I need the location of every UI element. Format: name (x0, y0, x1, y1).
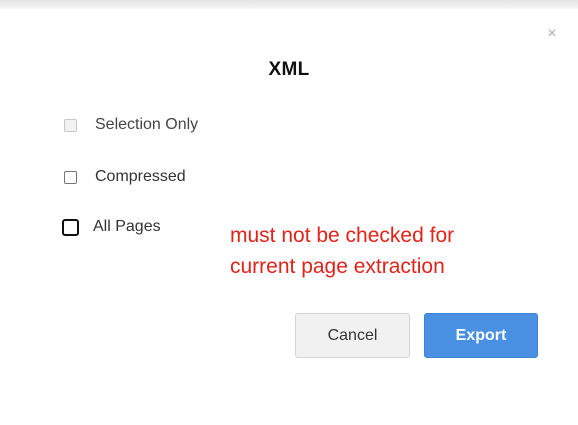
option-all-pages[interactable]: All Pages (62, 216, 161, 238)
option-compressed[interactable]: Compressed (64, 166, 186, 188)
all-pages-checkbox[interactable] (62, 218, 79, 236)
annotation-note: must not be checked for current page ext… (230, 220, 550, 282)
annotation-line-2: current page extraction (230, 255, 445, 278)
annotation-line-1: must not be checked for (230, 224, 455, 247)
dialog-top-border (0, 0, 578, 9)
all-pages-label[interactable]: All Pages (93, 218, 161, 236)
xml-export-dialog: × XML Selection Only Compressed All Page… (0, 0, 578, 425)
option-selection-only: Selection Only (64, 114, 198, 136)
compressed-label[interactable]: Compressed (95, 168, 186, 186)
selection-only-label: Selection Only (95, 116, 199, 133)
cancel-button[interactable]: Cancel (295, 313, 410, 358)
compressed-checkbox[interactable] (64, 170, 77, 184)
export-button[interactable]: Export (424, 313, 538, 358)
close-icon[interactable]: × (544, 26, 560, 42)
selection-only-checkbox (64, 118, 77, 132)
dialog-title: XML (268, 59, 310, 80)
